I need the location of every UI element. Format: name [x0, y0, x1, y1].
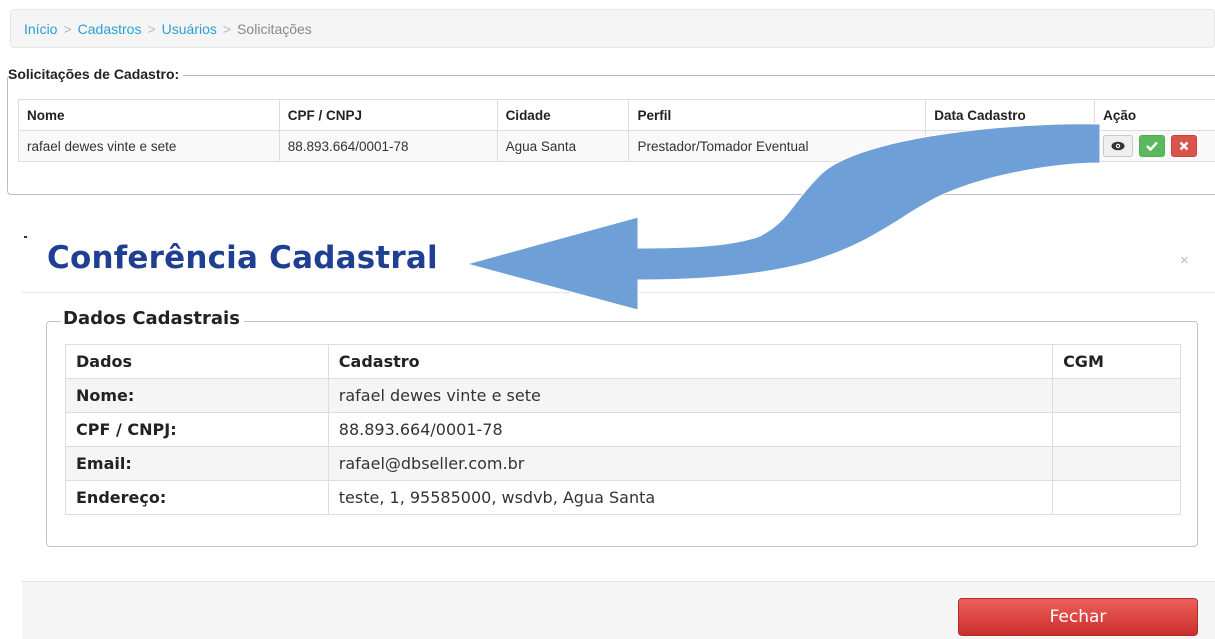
close-icon [1179, 141, 1188, 151]
table-row: CPF / CNPJ: 88.893.664/0001-78 [65, 412, 1181, 447]
table-row: Endereço: teste, 1, 95585000, wsdvb, Agu… [65, 480, 1181, 515]
column-header-cadastro: Cadastro [327, 344, 1054, 379]
row-cgm-nome [1052, 378, 1181, 413]
row-value-email: rafael@dbseller.com.br [327, 446, 1054, 481]
requests-table: Nome CPF / CNPJ Cidade Perfil Data Cadas… [18, 99, 1215, 162]
table-row: rafael dewes vinte e sete 88.893.664/000… [18, 130, 1215, 162]
view-button[interactable] [1103, 135, 1134, 157]
column-header-acao: Ação [1094, 99, 1215, 131]
row-value-nome: rafael dewes vinte e sete [327, 378, 1054, 413]
row-cgm-email [1052, 446, 1181, 481]
row-value-cpf-cnpj: 88.893.664/0001-78 [327, 412, 1054, 447]
table-header-row: Nome CPF / CNPJ Cidade Perfil Data Cadas… [18, 99, 1215, 131]
row-cgm-endereco [1052, 480, 1181, 515]
modal-close-icon[interactable]: × [1180, 252, 1189, 269]
breadcrumb-link-usuarios[interactable]: Usuários [162, 21, 217, 37]
row-label-nome: Nome: [65, 378, 329, 413]
column-header-cidade: Cidade [496, 99, 630, 131]
table-header-row: Dados Cadastro CGM [65, 344, 1181, 379]
cell-perfil: Prestador/Tomador Eventual [628, 130, 927, 162]
cell-nome: rafael dewes vinte e sete [18, 130, 280, 162]
column-header-perfil: Perfil [628, 99, 927, 131]
check-icon [1145, 141, 1158, 151]
registration-data-fieldset: Dados Cadastrais Dados Cadastro CGM Nome… [46, 308, 1198, 547]
row-label-endereco: Endereço: [65, 480, 329, 515]
column-header-data-cadastro: Data Cadastro [925, 99, 1096, 131]
breadcrumb-separator: > [147, 20, 156, 37]
table-row: Nome: rafael dewes vinte e sete [65, 378, 1181, 413]
registration-data-legend: Dados Cadastrais [61, 308, 244, 329]
breadcrumb-link-cadastros[interactable]: Cadastros [78, 21, 142, 37]
modal-title: Conferência Cadastral [47, 240, 438, 276]
column-header-dados: Dados [65, 344, 329, 379]
table-row: Email: rafael@dbseller.com.br [65, 446, 1181, 481]
cell-cpf-cnpj: 88.893.664/0001-78 [278, 130, 498, 162]
cell-cidade: Agua Santa [496, 130, 630, 162]
approve-button[interactable] [1138, 135, 1165, 157]
column-header-nome: Nome [18, 99, 280, 131]
registration-data-table: Dados Cadastro CGM Nome: rafael dewes vi… [65, 344, 1181, 515]
close-button[interactable]: Fechar [958, 598, 1198, 636]
modal-header-divider [22, 292, 1215, 293]
reject-button[interactable] [1170, 135, 1197, 157]
column-header-cgm: CGM [1052, 344, 1181, 379]
cell-data-cadastro [925, 130, 1096, 162]
modal-footer: Fechar [22, 581, 1215, 639]
row-label-email: Email: [65, 446, 329, 481]
breadcrumb-separator: > [63, 20, 72, 37]
row-cgm-cpf-cnpj [1052, 412, 1181, 447]
modal-corner-mark [24, 236, 27, 238]
row-value-endereco: teste, 1, 95585000, wsdvb, Agua Santa [327, 480, 1054, 515]
eye-icon [1111, 141, 1125, 151]
column-header-cpf-cnpj: CPF / CNPJ [278, 99, 498, 131]
requests-legend: Solicitações de Cadastro: [8, 66, 184, 82]
breadcrumb-separator: > [222, 20, 232, 37]
cell-acao [1094, 130, 1215, 162]
breadcrumb-link-inicio[interactable]: Início [24, 21, 57, 37]
breadcrumb: Início > Cadastros > Usuários > Solicita… [10, 9, 1215, 48]
breadcrumb-current: Solicitações [237, 20, 312, 37]
row-label-cpf-cnpj: CPF / CNPJ: [65, 412, 329, 447]
requests-fieldset: Solicitações de Cadastro: Nome CPF / CNP… [7, 66, 1215, 195]
